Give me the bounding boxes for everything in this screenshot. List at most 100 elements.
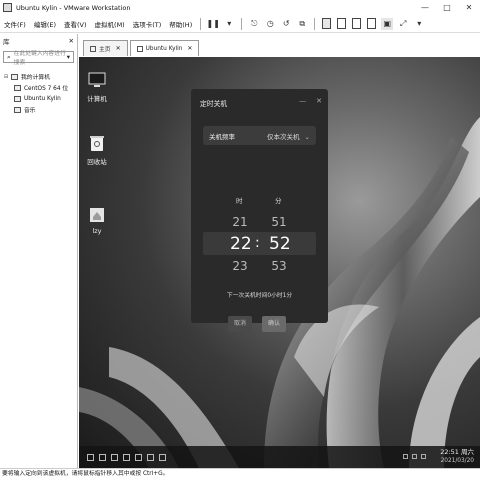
manage-snapshots-icon[interactable]: ⧉ (296, 18, 308, 30)
library-title: 库 (3, 38, 10, 46)
cancel-button[interactable]: 取消 (228, 316, 252, 332)
tab-ubuntu-kylin[interactable]: Ubuntu Kylin ✕ (129, 40, 200, 56)
library-search-input[interactable]: ⌕ 在此处键入内容进行搜索 ▾ (3, 51, 74, 66)
window-title: Ubuntu Kylin - VMware Workstation (16, 3, 131, 12)
menu-view[interactable]: 查看(V) (60, 19, 91, 29)
search-placeholder: 在此处键入内容进行搜索 (13, 51, 66, 66)
minimize-dialog-icon[interactable]: — (299, 97, 306, 105)
menu-file[interactable]: 文件(F) (0, 19, 30, 29)
desktop-icon-computer[interactable]: 计算机 (79, 71, 115, 103)
desktop-icon-label: lzy (92, 227, 102, 235)
vm-icon (14, 106, 21, 113)
frequency-value: 仅本次关机 (267, 132, 300, 141)
vmware-app-icon (3, 3, 12, 12)
chevron-down-icon: ⌄ (304, 132, 310, 141)
close-library-icon[interactable]: ✕ (69, 37, 74, 45)
minimize-button[interactable]: — (414, 0, 436, 15)
tree-item-centos[interactable]: CentOS 7 64 位 (0, 82, 77, 93)
close-window-button[interactable]: ✕ (458, 0, 480, 15)
toolbar-separator (314, 17, 316, 30)
volume-icon[interactable] (412, 454, 417, 459)
vm-console[interactable]: 计算机 回收站 lzy 定时关机 — ✕ 关机频率 仅本次关机 ⌄ 时 分 21… (79, 57, 480, 468)
stretch-guest-icon[interactable]: ⤢ (397, 18, 409, 30)
tree-item-music[interactable]: 音乐 (0, 104, 77, 115)
pause-icon[interactable]: ❚❚ (207, 18, 220, 30)
home-folder-icon (90, 208, 104, 222)
chevron-down-icon[interactable]: ▾ (67, 53, 70, 61)
tab-bar: 主页 ✕ Ubuntu Kylin ✕ (79, 34, 480, 56)
menu-bar: 文件(F) 编辑(E) 查看(V) 虚拟机(M) 选项卡(T) 帮助(H) ❚❚… (0, 15, 480, 33)
computer-icon (11, 73, 18, 80)
menu-tabs[interactable]: 选项卡(T) (129, 19, 166, 29)
vm-icon (136, 45, 143, 52)
thumbnail-bar-icon[interactable] (337, 18, 347, 29)
close-tab-icon[interactable]: ✕ (116, 45, 121, 52)
vm-icon (14, 95, 21, 102)
multitask-view-icon[interactable] (99, 453, 106, 461)
send-keys-icon[interactable]: ⎋ (248, 18, 260, 30)
unity-icon[interactable] (367, 18, 377, 29)
restore-snapshot-icon[interactable]: ↺ (280, 18, 292, 30)
chevron-down-icon[interactable]: ▾ (413, 18, 425, 30)
maximize-button[interactable]: □ (436, 0, 458, 15)
home-icon (90, 45, 96, 52)
menu-vm[interactable]: 虚拟机(M) (91, 19, 129, 29)
network-icon[interactable] (403, 454, 408, 459)
minute-next[interactable]: 53 (269, 259, 289, 273)
menu-edit[interactable]: 编辑(E) (30, 19, 60, 29)
collapse-icon[interactable]: ⊟ (4, 74, 11, 80)
hour-prev[interactable]: 21 (230, 215, 250, 229)
full-screen-icon[interactable] (352, 18, 362, 29)
browser-icon[interactable] (123, 453, 130, 461)
guest-taskbar: 22:51 周六 2021/03/20 (79, 446, 480, 468)
tree-item-label: CentOS 7 64 位 (24, 86, 69, 92)
chevron-down-icon[interactable]: ▾ (223, 18, 235, 30)
console-view-icon[interactable]: ▣ (381, 17, 394, 30)
tree-item-ubuntu-kylin[interactable]: Ubuntu Kylin (0, 93, 77, 104)
file-manager-icon[interactable] (111, 453, 118, 461)
next-shutdown-info: 下一次关机时间0小时1分 (226, 293, 293, 299)
clock-time: 22:51 周六 (440, 448, 474, 456)
toolbar-separator (241, 17, 243, 30)
tree-item-my-computer[interactable]: ⊟ 我的计算机 (0, 71, 77, 82)
app-icon[interactable] (147, 453, 154, 461)
minute-prev[interactable]: 51 (269, 215, 289, 229)
search-icon: ⌕ (7, 52, 11, 61)
start-menu-icon[interactable] (87, 453, 94, 461)
app-icon[interactable] (135, 453, 142, 461)
vm-icon (14, 84, 21, 91)
close-tab-icon[interactable]: ✕ (187, 45, 192, 52)
desktop-icon-label: 回收站 (87, 158, 107, 166)
hour-column-header: 时 (236, 197, 243, 205)
dialog-title: 定时关机 (200, 100, 228, 108)
minute-column-header: 分 (275, 197, 282, 205)
app-icon[interactable] (159, 453, 166, 461)
close-dialog-icon[interactable]: ✕ (316, 97, 322, 105)
computer-icon (88, 72, 106, 87)
hour-next[interactable]: 23 (230, 259, 250, 273)
show-library-icon[interactable] (322, 18, 332, 29)
desktop-icon-label: 计算机 (87, 95, 107, 103)
menu-help[interactable]: 帮助(H) (165, 19, 196, 29)
library-tree: ⊟ 我的计算机 CentOS 7 64 位 Ubuntu Kylin 音乐 (0, 71, 77, 115)
title-bar: Ubuntu Kylin - VMware Workstation — □ ✕ (0, 0, 480, 15)
tab-home[interactable]: 主页 ✕ (83, 40, 128, 56)
status-bar: 要将输入定向到该虚拟机，请将鼠标指针移入其中或按 Ctrl+G。 (0, 468, 480, 480)
minute-current[interactable]: 52 (269, 234, 291, 254)
shutdown-frequency-select[interactable]: 关机频率 仅本次关机 ⌄ (203, 126, 316, 145)
clock[interactable]: 22:51 周六 2021/03/20 (440, 448, 474, 466)
tree-item-label: 我的计算机 (21, 75, 50, 81)
desktop-icon-trash[interactable]: 回收站 (79, 134, 115, 166)
snapshot-icon[interactable]: ◷ (264, 18, 276, 30)
tree-item-label: Ubuntu Kylin (24, 95, 61, 102)
tab-label: Ubuntu Kylin (145, 45, 183, 52)
desktop-icon-home[interactable]: lzy (79, 205, 115, 235)
trash-icon (90, 136, 104, 151)
confirm-button[interactable]: 确认 (262, 316, 286, 332)
input-method-icon[interactable] (421, 454, 426, 459)
toolbar-separator (200, 17, 202, 30)
hour-current[interactable]: 22 (230, 234, 252, 254)
frequency-label: 关机频率 (209, 132, 235, 141)
time-separator: : (255, 235, 260, 251)
tree-item-label: 音乐 (24, 108, 36, 114)
